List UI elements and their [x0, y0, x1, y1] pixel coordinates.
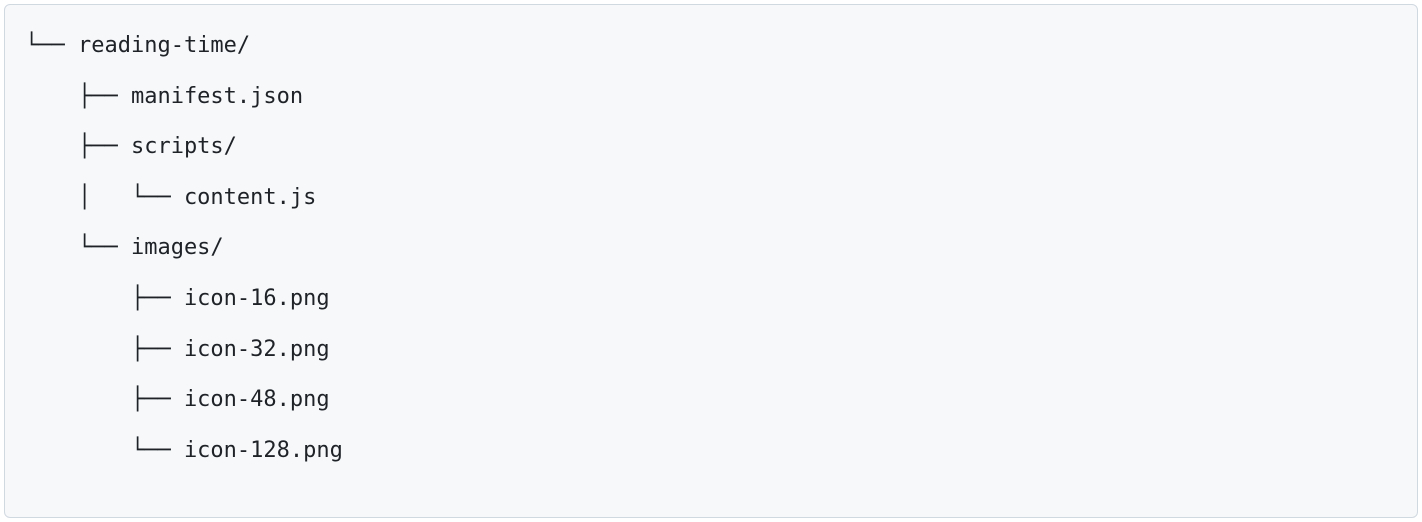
tree-line: ├── icon-16.png [25, 286, 330, 311]
tree-line: ├── manifest.json [25, 84, 303, 109]
file-tree-block: └── reading-time/ ├── manifest.json ├── … [4, 4, 1418, 518]
tree-line: ├── icon-48.png [25, 387, 330, 412]
tree-line: └── reading-time/ [25, 33, 250, 58]
tree-line: └── images/ [25, 235, 224, 260]
tree-line: ├── icon-32.png [25, 337, 330, 362]
tree-line: ├── scripts/ [25, 134, 237, 159]
tree-line: │ └── content.js [25, 185, 316, 210]
tree-line: └── icon-128.png [25, 438, 343, 463]
